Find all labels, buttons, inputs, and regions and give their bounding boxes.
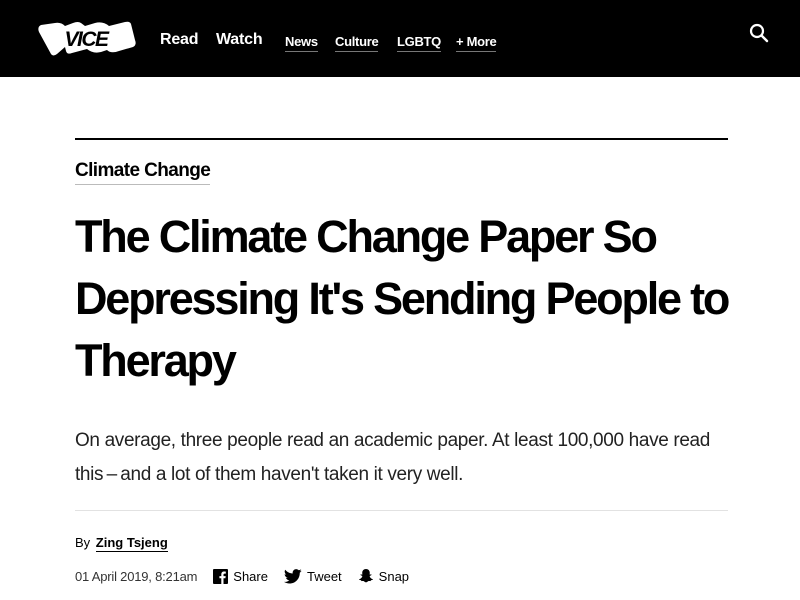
- nav-lgbtq[interactable]: LGBTQ: [397, 34, 441, 52]
- twitter-icon: [283, 568, 302, 583]
- byline: By Zing Tsjeng: [75, 535, 168, 552]
- search-icon[interactable]: [748, 22, 770, 44]
- nav-more[interactable]: + More: [456, 34, 497, 52]
- snapchat-share-label: Snap: [378, 568, 410, 584]
- publish-date: 01 April 2019, 8:21am: [75, 568, 198, 584]
- nav-watch[interactable]: Watch: [216, 31, 263, 49]
- category-link[interactable]: Climate Change: [75, 160, 211, 185]
- facebook-share-label: Share: [233, 568, 268, 584]
- article-meta: 01 April 2019, 8:21am Share Tweet Snap: [75, 566, 425, 586]
- article-title: The Climate Change Paper So Depressing I…: [75, 211, 730, 386]
- top-rule: [75, 138, 728, 140]
- nav-news[interactable]: News: [285, 34, 318, 52]
- nav-culture[interactable]: Culture: [335, 34, 379, 52]
- facebook-share-button[interactable]: Share: [213, 568, 268, 584]
- snapchat-icon: [358, 568, 373, 583]
- divider: [75, 510, 728, 511]
- facebook-icon: [213, 568, 229, 584]
- article-dek: On average, three people read an academi…: [75, 430, 710, 485]
- byline-prefix: By: [75, 535, 91, 550]
- author-link[interactable]: Zing Tsjeng: [95, 535, 168, 552]
- site-header: VICE Read Watch News Culture LGBTQ + Mor…: [0, 0, 800, 77]
- vice-logo[interactable]: VICE: [35, 18, 139, 58]
- nav-read[interactable]: Read: [160, 31, 199, 49]
- svg-text:VICE: VICE: [64, 28, 110, 51]
- twitter-share-button[interactable]: Tweet: [283, 568, 342, 584]
- snapchat-share-button[interactable]: Snap: [358, 568, 409, 584]
- twitter-share-label: Tweet: [306, 568, 342, 584]
